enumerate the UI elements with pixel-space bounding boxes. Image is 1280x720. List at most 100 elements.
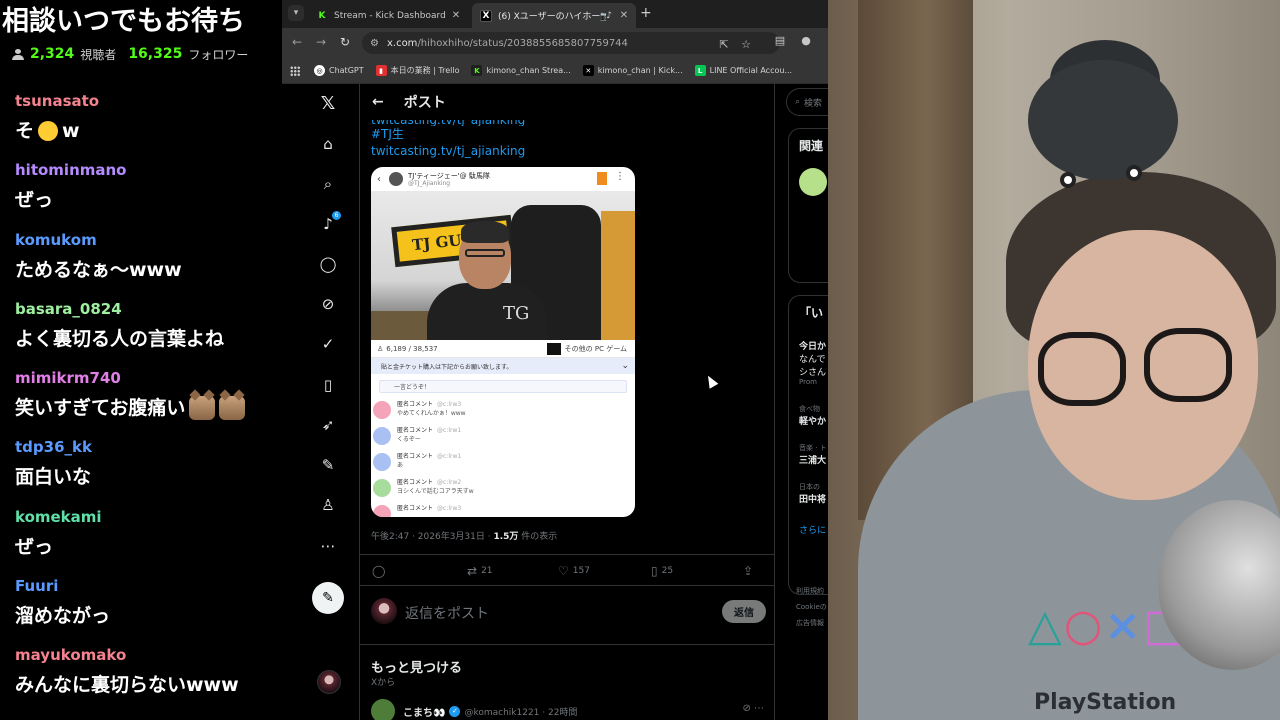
category-thumb: [546, 342, 561, 355]
reply-button[interactable]: 返信: [722, 600, 766, 623]
chat-text-body: 溜めながっ: [15, 605, 111, 628]
comment-name-line: 匿名コメント @c:lrw1: [397, 453, 461, 461]
rec-name: こまち👀: [403, 707, 446, 719]
search-placeholder: 検索: [804, 98, 823, 109]
tab-x-post[interactable]: X (6) Xユーザーのハイホー📷 公式 ♪ ✕: [472, 3, 636, 28]
bookmarks-icon[interactable]: ▯: [319, 376, 337, 394]
verified-icon[interactable]: ✓: [319, 335, 337, 353]
bookmark-trello[interactable]: ▮ 本日の業務 | Trello: [375, 65, 459, 76]
cat-emote-icon: [189, 396, 216, 421]
profile-icon[interactable]: ●: [800, 35, 812, 47]
glasses-right: [1144, 328, 1232, 402]
page-title: ポスト: [403, 95, 446, 111]
back-arrow-icon[interactable]: ←: [292, 35, 302, 49]
articles-icon[interactable]: ✎: [319, 456, 337, 474]
x-sidebar-nav: 𝕏 ⌂ ⌕ ♪ 6 ◯ ⊘ ✓ ▯ ➶ ✎ ♙ ⋯ ✎: [282, 84, 359, 720]
bookmark-line[interactable]: L LINE Official Accou...: [694, 65, 793, 76]
chat-username: tsunasato: [15, 92, 100, 110]
category-label: その他の PC ゲーム: [564, 344, 627, 353]
address-bar[interactable]: ⚙ x.com/hihoxhiho/status/203885568580775…: [362, 32, 780, 54]
hashtag-link[interactable]: #TJ生: [360, 126, 774, 143]
trend-item[interactable]: 三浦大: [789, 453, 828, 466]
desk: [371, 311, 431, 340]
comment-name-line: 匿名コメント @c:lrw1: [397, 427, 461, 435]
show-more-link[interactable]: さらに: [789, 523, 828, 536]
streamer-id: @TJ_Ajianking: [408, 179, 451, 187]
bookmark-label: ChatGPT: [329, 66, 364, 75]
compose-post-button[interactable]: ✎: [312, 582, 344, 614]
close-icon[interactable]: ✕: [616, 10, 632, 21]
stream-title: 相談いつでもお待ち: [2, 6, 245, 37]
tab-kick-dashboard[interactable]: K Stream - Kick Dashboard ✕: [308, 3, 468, 28]
forward-arrow-icon[interactable]: →: [316, 35, 326, 49]
comment-name-line: 匿名コメント @c:lrw3: [397, 401, 466, 409]
site-info-icon[interactable]: ⚙: [370, 38, 379, 49]
trend-headline[interactable]: 今日か: [789, 339, 828, 352]
bookmark-action[interactable]: ▯ 25: [651, 564, 673, 578]
chat-username: komukom: [15, 230, 97, 249]
comment-text: あ: [397, 462, 404, 469]
chat-text: 笑いすぎてお腹痛い: [15, 391, 285, 425]
chat-message: tsunasato そ w: [15, 88, 285, 157]
chat-message: Fuuri 溜めながっ: [15, 573, 285, 642]
bookmark-chatgpt[interactable]: ◎ ChatGPT: [314, 65, 364, 76]
new-tab-icon[interactable]: +: [640, 5, 652, 21]
share-action[interactable]: ⇪: [743, 564, 753, 578]
x-favicon-icon: X: [480, 9, 492, 22]
reply-action[interactable]: ◯: [372, 564, 385, 578]
speaker-icon[interactable]: ♪: [606, 11, 612, 21]
close-icon[interactable]: ✕: [448, 10, 464, 21]
search-icon: ⌕: [795, 97, 801, 107]
comment-avatar: [373, 505, 391, 517]
reload-icon[interactable]: ↻: [340, 35, 350, 49]
comment-id: @c:lrw1: [437, 427, 462, 434]
profile-person-icon[interactable]: ♙: [319, 496, 337, 514]
chevron-down-icon: ⌄: [621, 361, 629, 371]
twitcasting-link[interactable]: twitcasting.tv/tj_ajianking: [360, 143, 774, 160]
media-comment: 匿名コメント @c:lrw1 あ: [371, 449, 635, 475]
bookmark-kick-x[interactable]: ✕ kimono_chan | Kick...: [582, 65, 683, 76]
reply-input[interactable]: 返信をポスト: [405, 603, 489, 623]
trend-item[interactable]: 田中将: [789, 492, 828, 505]
tab-search-icon[interactable]: ▾: [288, 5, 304, 21]
more-horizontal-icon[interactable]: ⊘ ⋯: [742, 703, 764, 714]
trend-item[interactable]: 軽やか: [789, 414, 828, 427]
browser-window: ▾ K Stream - Kick Dashboard ✕ X (6) Xユーザ…: [282, 0, 828, 720]
post-image[interactable]: ‹ TJ'ティージェー'@ 駄馬隊 @TJ_Ajianking ⋮ TJ GUN…: [371, 167, 635, 517]
media-viewer-count: 6,189 / 38,537: [386, 344, 438, 353]
account-avatar[interactable]: [317, 670, 341, 694]
rocket-icon[interactable]: ➶: [319, 416, 337, 434]
chat-text: 溜めながっ: [15, 599, 285, 633]
repost-action[interactable]: ⇄ 21: [467, 564, 493, 578]
search-input[interactable]: ⌕ 検索: [786, 88, 828, 116]
reply-bubble-icon: ◯: [372, 564, 386, 578]
back-arrow-icon[interactable]: ←: [372, 94, 384, 110]
footer-ads-link[interactable]: 広告情報: [796, 618, 824, 628]
grok-icon[interactable]: ⊘: [319, 295, 337, 313]
apps-grid-icon[interactable]: [290, 65, 300, 76]
messages-icon[interactable]: ◯: [319, 255, 337, 273]
more-circle-icon[interactable]: ⋯: [319, 537, 337, 555]
bookmark-star-icon[interactable]: ☆: [740, 39, 752, 51]
post-actions: ◯ ⇄ 21 ♡ 157 ▯ 25 ⇪: [360, 554, 774, 586]
explore-search-icon[interactable]: ⌕: [319, 175, 337, 193]
media-comment-input: 一言どうぞ！: [379, 380, 627, 393]
home-icon[interactable]: ⌂: [319, 135, 337, 153]
install-app-icon[interactable]: ⇱: [718, 39, 730, 51]
footer-cookie-link[interactable]: Cookieの: [796, 602, 827, 612]
chat-text-suffix: w: [62, 120, 80, 142]
comment-text: やめてくれんかぁ！www: [397, 410, 466, 417]
chat-message: basara_0824 よく裏切る人の言葉よね: [15, 296, 285, 365]
footer-terms-link[interactable]: 利用規約: [796, 586, 824, 596]
x-logo-icon[interactable]: 𝕏: [319, 93, 337, 114]
trend-category: 音楽 · ト: [799, 444, 827, 452]
like-action[interactable]: ♡ 157: [558, 564, 590, 578]
extension-icon[interactable]: ▤: [774, 35, 786, 47]
felt-mascot: [1028, 60, 1178, 180]
bookmark-kick-stream[interactable]: Kkimono_chan Strea...: [471, 65, 571, 76]
comment-avatar: [373, 427, 391, 445]
recommended-post[interactable]: こまち👀 ✓ @komachik1221 · 22時間: [371, 699, 577, 720]
bookmark-label: LINE Official Accou...: [709, 66, 793, 75]
notifications-bell-icon[interactable]: ♪ 6: [319, 211, 341, 233]
related-avatar[interactable]: [799, 168, 827, 196]
